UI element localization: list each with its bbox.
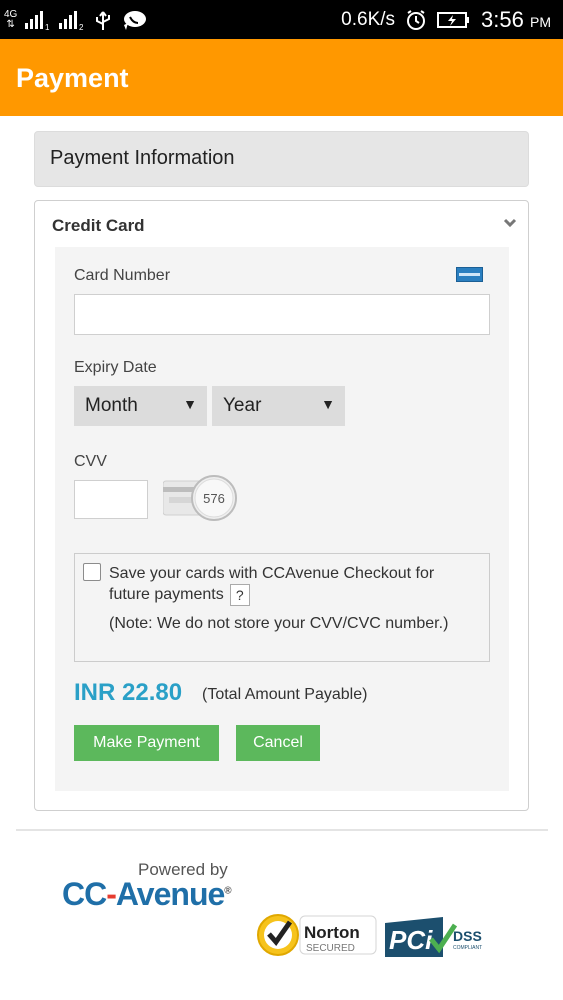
payment-information-panel: Payment Information bbox=[34, 131, 529, 187]
norton-sub: SECURED bbox=[306, 943, 355, 954]
clock-time: 3:56 bbox=[481, 6, 524, 32]
clock-ampm: PM bbox=[530, 13, 551, 30]
credit-card-panel: Credit Card Card Number Expiry Date Mont… bbox=[34, 200, 529, 811]
payment-information-title: Payment Information bbox=[50, 147, 235, 169]
norton-label: Norton bbox=[304, 923, 360, 942]
sim1-label: 1 bbox=[45, 23, 50, 31]
cancel-button[interactable]: Cancel bbox=[236, 725, 320, 761]
pci-dss-badge: PCi DSS COMPLIANT bbox=[385, 917, 482, 957]
data-arrows-icon: ⇅ bbox=[6, 18, 15, 30]
brand-avenue: Avenue bbox=[115, 876, 225, 912]
brand-dash: - bbox=[106, 876, 117, 912]
wifi-call-icon bbox=[124, 10, 147, 30]
cvv-label: CVV bbox=[74, 453, 107, 470]
divider bbox=[16, 829, 548, 831]
credit-card-form: Card Number Expiry Date Month ▼ Year ▼ C… bbox=[55, 247, 509, 791]
cvv-hint-number: 576 bbox=[203, 491, 225, 506]
battery-charging-icon bbox=[437, 11, 470, 28]
clock: 3:56 PM bbox=[481, 7, 551, 33]
cvv-note: (Note: We do not store your CVV/CVC numb… bbox=[109, 615, 449, 632]
pci-compliant-label: COMPLIANT bbox=[453, 945, 482, 951]
year-select[interactable]: Year ▼ bbox=[212, 386, 345, 426]
cvv-input[interactable] bbox=[74, 480, 148, 519]
sim2-label: 2 bbox=[79, 23, 84, 31]
ccavenue-wordmark: CC-Avenue® bbox=[62, 876, 232, 913]
norton-secured-badge: Norton SECURED bbox=[257, 914, 377, 956]
card-number-label: Card Number bbox=[74, 267, 171, 284]
dropdown-arrow-icon: ▼ bbox=[321, 396, 335, 412]
ccavenue-logo: Powered by CC-Avenue® bbox=[62, 858, 242, 918]
month-select-value: Month bbox=[85, 395, 138, 416]
status-bar: 4G ⇅ 1 2 0.6K/s 3:56 PM bbox=[0, 0, 563, 39]
dropdown-arrow-icon: ▼ bbox=[183, 396, 197, 412]
month-select[interactable]: Month ▼ bbox=[74, 386, 207, 426]
network-type-label: 4G bbox=[4, 8, 18, 20]
help-button[interactable]: ? bbox=[229, 584, 250, 606]
year-select-value: Year bbox=[223, 395, 262, 416]
app-bar: Payment bbox=[0, 39, 563, 116]
net-speed: 0.6K/s bbox=[341, 8, 396, 30]
make-payment-button[interactable]: Make Payment bbox=[74, 725, 219, 761]
signal-sim2-icon: 2 bbox=[59, 10, 84, 31]
total-amount: INR 22.80 bbox=[74, 679, 183, 706]
registered-mark: ® bbox=[224, 885, 231, 897]
card-number-input[interactable] bbox=[74, 294, 490, 335]
pci-label: PCi bbox=[389, 925, 433, 955]
usb-icon bbox=[96, 10, 111, 30]
network-type: 4G ⇅ bbox=[4, 8, 18, 30]
page-title: Payment bbox=[16, 63, 129, 93]
card-brand-icon bbox=[456, 267, 483, 282]
brand-cc: CC bbox=[62, 876, 107, 912]
credit-card-title[interactable]: Credit Card bbox=[52, 216, 145, 236]
save-cards-text: Save your cards with CCAvenue Checkout f… bbox=[109, 563, 479, 606]
signal-sim1-icon: 1 bbox=[25, 10, 50, 31]
cvv-card-icon: 576 bbox=[163, 475, 237, 521]
save-cards-checkbox[interactable] bbox=[83, 563, 101, 581]
total-amount-note: (Total Amount Payable) bbox=[202, 686, 368, 703]
save-cards-label: Save your cards with CCAvenue Checkout f… bbox=[109, 565, 435, 604]
chevron-down-icon[interactable] bbox=[502, 215, 518, 231]
pci-dss-label: DSS bbox=[453, 928, 482, 944]
expiry-date-label: Expiry Date bbox=[74, 359, 157, 376]
save-cards-box: Save your cards with CCAvenue Checkout f… bbox=[74, 553, 490, 662]
alarm-icon bbox=[407, 9, 426, 30]
